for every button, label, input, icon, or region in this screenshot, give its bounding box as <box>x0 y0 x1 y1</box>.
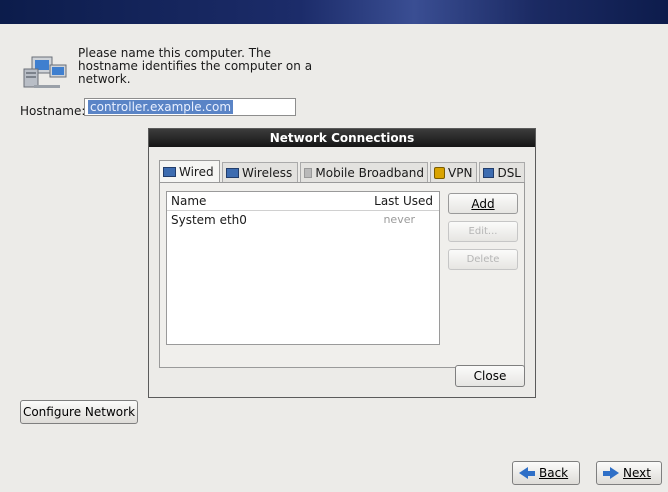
intro-line-3: network. <box>78 72 131 86</box>
tab-wireless-label: Wireless <box>242 165 293 180</box>
connection-last-used: never <box>383 213 415 226</box>
delete-button-label: Delete <box>466 254 500 265</box>
tab-dsl-label: DSL <box>497 165 521 180</box>
back-button[interactable]: Back <box>512 461 580 485</box>
back-button-label: Back <box>539 466 569 480</box>
network-connections-dialog: Network Connections Wired Wireless Mobil… <box>148 128 536 398</box>
hostname-input[interactable]: controller.example.com <box>84 98 296 116</box>
hostname-value: controller.example.com <box>88 100 234 114</box>
tab-vpn-label: VPN <box>448 165 473 180</box>
tab-vpn[interactable]: VPN <box>430 162 477 182</box>
mobile-broadband-icon <box>304 167 313 178</box>
tab-mobile-broadband-label: Mobile Broadband <box>315 165 424 180</box>
list-header: Name Last Used <box>167 192 439 211</box>
wired-tab-panel: Name Last Used System eth0 never Add Edi… <box>159 182 525 368</box>
configure-network-button[interactable]: Configure Network <box>20 400 138 424</box>
next-button-label: Next <box>623 466 651 480</box>
add-button[interactable]: Add <box>448 193 518 214</box>
tab-wired[interactable]: Wired <box>159 160 220 183</box>
column-last-used-header[interactable]: Last Used <box>374 194 433 208</box>
close-button-label: Close <box>473 369 507 383</box>
edit-button-label: Edit... <box>468 226 498 237</box>
next-button[interactable]: Next <box>596 461 662 485</box>
dsl-icon <box>483 167 495 178</box>
configure-network-label: Configure Network <box>22 405 136 419</box>
delete-button[interactable]: Delete <box>448 249 518 270</box>
wireless-icon <box>226 167 239 178</box>
next-arrow-icon <box>603 467 619 479</box>
dialog-title: Network Connections <box>149 129 535 147</box>
lock-icon <box>434 166 445 179</box>
hostname-description: Please name this computer. The hostname … <box>78 47 318 86</box>
back-arrow-icon <box>519 467 535 479</box>
tab-dsl[interactable]: DSL <box>479 162 525 182</box>
tab-mobile-broadband[interactable]: Mobile Broadband <box>300 162 428 182</box>
hostname-label: Hostname: <box>20 104 86 118</box>
close-button[interactable]: Close <box>455 365 525 387</box>
tab-wired-label: Wired <box>179 165 214 179</box>
network-computer-icon <box>23 56 67 88</box>
tab-wireless[interactable]: Wireless <box>222 162 298 182</box>
connection-name: System eth0 <box>171 213 247 227</box>
edit-button[interactable]: Edit... <box>448 221 518 242</box>
connection-list[interactable]: Name Last Used System eth0 never <box>166 191 440 345</box>
wired-icon <box>163 167 176 177</box>
column-name-header[interactable]: Name <box>171 194 206 208</box>
add-button-label: Add <box>471 196 495 211</box>
title-bar <box>0 0 668 24</box>
list-item[interactable]: System eth0 never <box>167 212 439 228</box>
